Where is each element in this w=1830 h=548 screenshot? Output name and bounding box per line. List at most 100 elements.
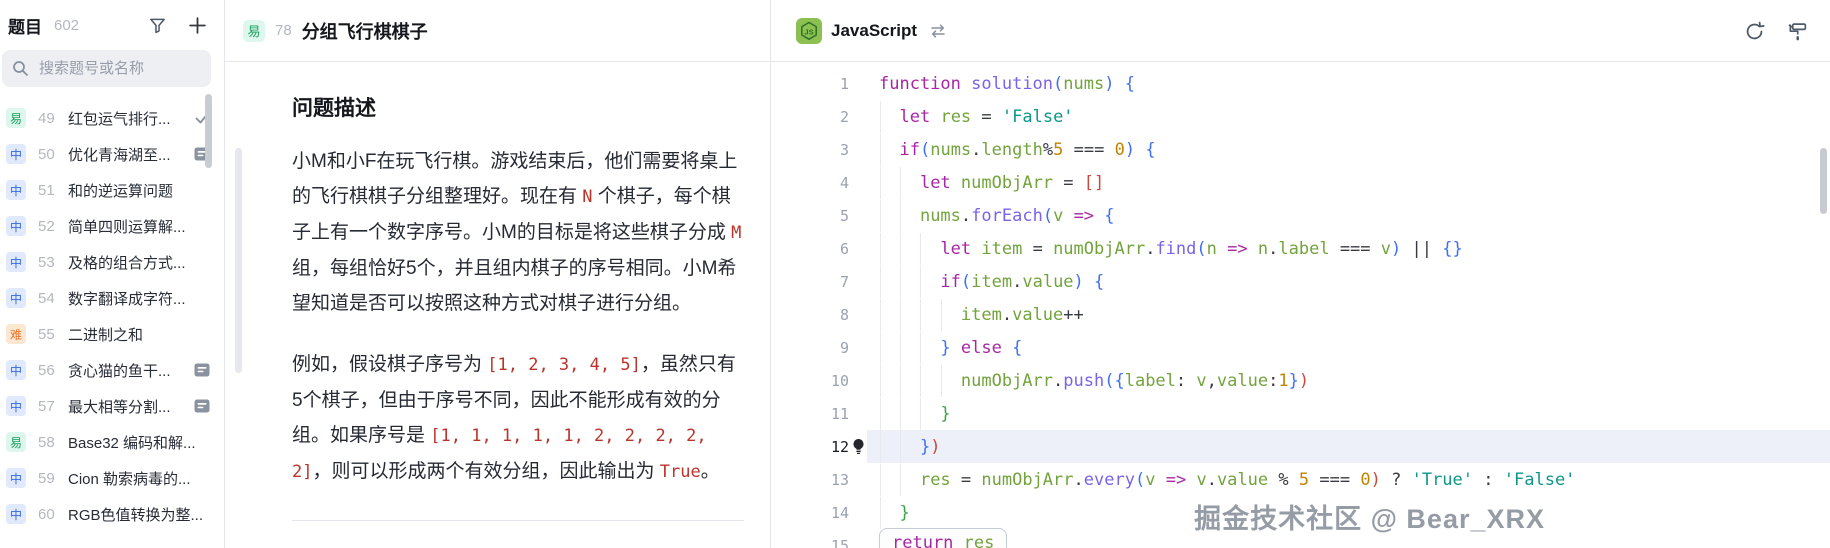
indent-guide	[920, 398, 921, 430]
code-token	[1248, 239, 1258, 259]
editor-scrollbar[interactable]	[1820, 148, 1827, 214]
list-item[interactable]: 中57最大相等分割...	[0, 388, 224, 424]
code-token: :	[1176, 371, 1186, 391]
code-token: =>	[1166, 470, 1186, 490]
code-token: res	[920, 470, 951, 490]
swap-language-icon[interactable]	[929, 23, 947, 39]
problem-title: 简单四则运算解...	[68, 216, 224, 237]
problem-number: 78	[275, 22, 292, 39]
indent-guide	[900, 266, 901, 298]
search-icon	[12, 60, 29, 77]
code-line-content: let item = numObjArr.find(n => n.label =…	[879, 239, 1830, 259]
line-number: 4	[771, 174, 849, 192]
code-line[interactable]: 2 let res = 'False'	[771, 100, 1830, 133]
list-item[interactable]: 易49红包运气排行...	[0, 100, 224, 136]
search-input[interactable]	[37, 59, 187, 78]
problem-number: 57	[38, 398, 62, 415]
lightbulb-icon[interactable]	[852, 438, 865, 460]
list-item[interactable]: 中54数字翻译成字符...	[0, 280, 224, 316]
list-item[interactable]: 中59Cion 勒索病毒的...	[0, 460, 224, 496]
code-token: function	[879, 74, 961, 94]
code-token	[1432, 239, 1442, 259]
indent-guide	[920, 332, 921, 364]
difficulty-badge: 易	[6, 108, 26, 128]
code-token: []	[1084, 173, 1104, 193]
gutter-slot	[849, 199, 879, 232]
code-token: numObjArr	[961, 371, 1053, 391]
search-box[interactable]	[2, 50, 211, 87]
code-line[interactable]: 11 }	[771, 397, 1830, 430]
code-token: {}	[1442, 239, 1462, 259]
description-scrollbar[interactable]	[235, 148, 242, 373]
code-line[interactable]: 12 })	[771, 430, 1830, 463]
list-item[interactable]: 中56贪心猫的鱼干...	[0, 352, 224, 388]
refresh-icon[interactable]	[1744, 21, 1765, 42]
code-line[interactable]: 1function solution(nums) {	[771, 67, 1830, 100]
line-number: 15	[771, 537, 849, 548]
watermark: 掘金技术社区 @ Bear_XRX	[1194, 497, 1545, 536]
code-token: else	[961, 338, 1002, 358]
code-token: )	[1391, 239, 1401, 259]
code-token: )	[1371, 470, 1381, 490]
problem-description-body: 问题描述 小M和小F在玩飞行棋。游戏结束后，他们需要将桌上的飞行棋棋子分组整理好…	[225, 62, 770, 548]
difficulty-badge: 中	[6, 360, 26, 380]
code-token: 1	[1278, 371, 1288, 391]
list-item[interactable]: 中60RGB色值转换为整...	[0, 496, 224, 532]
sidebar-scrollbar[interactable]	[205, 94, 212, 168]
code-token	[951, 338, 961, 358]
filter-icon[interactable]	[148, 16, 167, 35]
list-item[interactable]: 中52简单四则运算解...	[0, 208, 224, 244]
problem-number: 52	[38, 218, 62, 235]
problem-title: 二进制之和	[68, 324, 224, 345]
list-item[interactable]: 中50优化青海湖至...	[0, 136, 224, 172]
gutter-slot	[849, 364, 879, 397]
code-line[interactable]: 10 numObjArr.push({label: v,value:1})	[771, 364, 1830, 397]
problem-number: 59	[38, 470, 62, 487]
code-line[interactable]: 4 let numObjArr = []	[771, 166, 1830, 199]
code-line[interactable]: 6 let item = numObjArr.find(n => n.label…	[771, 232, 1830, 265]
note-icon	[194, 399, 210, 413]
code-token: :	[1268, 371, 1278, 391]
indent-guide	[900, 365, 901, 397]
code-token: v	[1196, 470, 1206, 490]
difficulty-badge: 中	[6, 252, 26, 272]
code-token: nums	[920, 206, 961, 226]
code-token	[879, 338, 940, 358]
list-item[interactable]: 中53及格的组合方式...	[0, 244, 224, 280]
code-token: {	[1145, 140, 1155, 160]
format-code-icon[interactable]	[1787, 21, 1808, 42]
problem-title: 优化青海湖至...	[68, 144, 194, 165]
list-item[interactable]: 中51和的逆运算问题	[0, 172, 224, 208]
gutter-slot	[849, 100, 879, 133]
code-editor[interactable]: 1function solution(nums) {2 let res = 'F…	[771, 62, 1830, 548]
code-token: {	[1125, 74, 1135, 94]
problem-title: 数字翻译成字符...	[68, 288, 224, 309]
code-line[interactable]: 8 item.value++	[771, 298, 1830, 331]
list-item[interactable]: 难55二进制之和	[0, 316, 224, 352]
add-problem-icon[interactable]	[187, 15, 208, 36]
problem-number: 53	[38, 254, 62, 271]
line-number: 6	[771, 240, 849, 258]
code-line[interactable]: 13 res = numObjArr.every(v => v.value % …	[771, 463, 1830, 496]
code-line[interactable]: 3 if(nums.length%5 === 0) {	[771, 133, 1830, 166]
code-token: push	[1063, 371, 1104, 391]
code-token: return	[892, 533, 953, 548]
code-token: nums	[930, 140, 971, 160]
problem-number: 56	[38, 362, 62, 379]
code-token: {	[1114, 371, 1124, 391]
code-token: 5	[1299, 470, 1309, 490]
problem-number: 58	[38, 434, 62, 451]
code-line[interactable]: 5 nums.forEach(v => {	[771, 199, 1830, 232]
code-token	[1381, 470, 1391, 490]
code-token: (	[1053, 74, 1063, 94]
code-token: (	[1104, 371, 1114, 391]
code-line[interactable]: 7 if(item.value) {	[771, 265, 1830, 298]
inline-code: M	[731, 223, 741, 243]
gutter-slot	[849, 265, 879, 298]
code-token	[1473, 470, 1483, 490]
code-line-content: item.value++	[879, 305, 1830, 325]
line-number: 9	[771, 339, 849, 357]
gutter-slot	[849, 529, 879, 548]
code-line[interactable]: 9 } else {	[771, 331, 1830, 364]
list-item[interactable]: 易58Base32 编码和解...	[0, 424, 224, 460]
